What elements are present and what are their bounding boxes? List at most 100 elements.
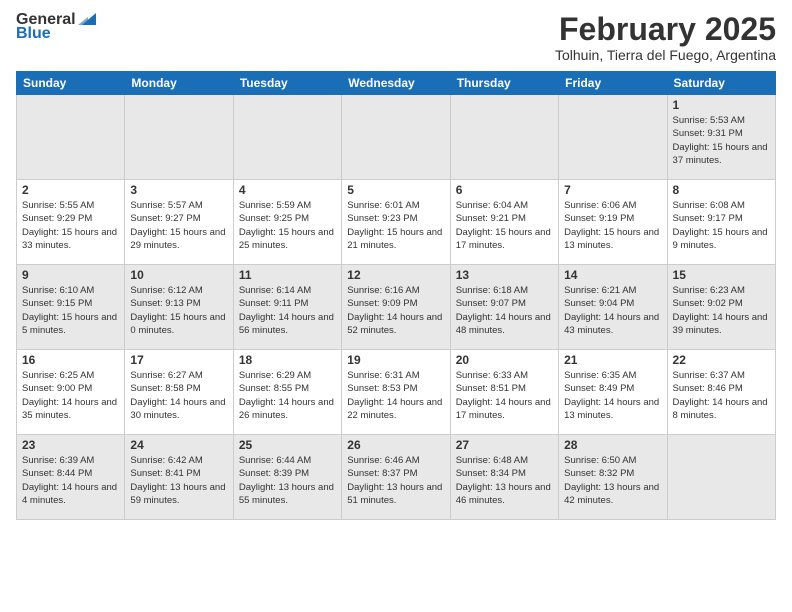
day-info: Sunrise: 6:27 AM Sunset: 8:58 PM Dayligh…: [130, 369, 227, 422]
table-row: 6 Sunrise: 6:04 AM Sunset: 9:21 PM Daylig…: [450, 180, 558, 265]
table-row: 14 Sunrise: 6:21 AM Sunset: 9:04 PM Dayli…: [559, 265, 667, 350]
col-tuesday: Tuesday: [233, 72, 341, 95]
col-wednesday: Wednesday: [342, 72, 450, 95]
table-row: 25 Sunrise: 6:44 AM Sunset: 8:39 PM Dayli…: [233, 435, 341, 520]
day-number: 17: [130, 353, 227, 367]
day-info: Sunrise: 6:01 AM Sunset: 9:23 PM Dayligh…: [347, 199, 444, 252]
day-info: Sunrise: 5:53 AM Sunset: 9:31 PM Dayligh…: [673, 114, 770, 167]
day-info: Sunrise: 5:57 AM Sunset: 9:27 PM Dayligh…: [130, 199, 227, 252]
title-block: February 2025 Tolhuin, Tierra del Fuego,…: [555, 12, 776, 63]
day-number: 10: [130, 268, 227, 282]
calendar-header-row: Sunday Monday Tuesday Wednesday Thursday…: [17, 72, 776, 95]
day-number: 9: [22, 268, 119, 282]
day-info: Sunrise: 6:18 AM Sunset: 9:07 PM Dayligh…: [456, 284, 553, 337]
day-number: 21: [564, 353, 661, 367]
table-row: 21 Sunrise: 6:35 AM Sunset: 8:49 PM Dayli…: [559, 350, 667, 435]
col-sunday: Sunday: [17, 72, 125, 95]
table-row: 5 Sunrise: 6:01 AM Sunset: 9:23 PM Daylig…: [342, 180, 450, 265]
calendar-week-row: 2Sunrise: 5:55 AM Sunset: 9:29 PM Daylig…: [17, 180, 776, 265]
day-info: Sunrise: 6:48 AM Sunset: 8:34 PM Dayligh…: [456, 454, 553, 507]
calendar-week-row: 23 Sunrise: 6:39 AM Sunset: 8:44 PM Dayli…: [17, 435, 776, 520]
table-row: 13 Sunrise: 6:18 AM Sunset: 9:07 PM Dayli…: [450, 265, 558, 350]
day-number: 15: [673, 268, 770, 282]
day-number: 27: [456, 438, 553, 452]
table-row: [559, 95, 667, 180]
day-info: Sunrise: 6:04 AM Sunset: 9:21 PM Dayligh…: [456, 199, 553, 252]
day-number: 13: [456, 268, 553, 282]
day-info: Sunrise: 6:06 AM Sunset: 9:19 PM Dayligh…: [564, 199, 661, 252]
header: General Blue February 2025 Tolhuin, Tier…: [16, 12, 776, 63]
day-info: Sunrise: 6:39 AM Sunset: 8:44 PM Dayligh…: [22, 454, 119, 507]
day-number: 3: [130, 183, 227, 197]
day-info: Sunrise: 6:46 AM Sunset: 8:37 PM Dayligh…: [347, 454, 444, 507]
table-row: 8 Sunrise: 6:08 AM Sunset: 9:17 PM Daylig…: [667, 180, 775, 265]
table-row: [233, 95, 341, 180]
day-number: 18: [239, 353, 336, 367]
col-thursday: Thursday: [450, 72, 558, 95]
day-info: Sunrise: 6:16 AM Sunset: 9:09 PM Dayligh…: [347, 284, 444, 337]
logo: General Blue: [16, 12, 96, 42]
day-number: 20: [456, 353, 553, 367]
day-number: 28: [564, 438, 661, 452]
table-row: 11 Sunrise: 6:14 AM Sunset: 9:11 PM Dayli…: [233, 265, 341, 350]
table-row: 27 Sunrise: 6:48 AM Sunset: 8:34 PM Dayli…: [450, 435, 558, 520]
day-info: Sunrise: 6:21 AM Sunset: 9:04 PM Dayligh…: [564, 284, 661, 337]
table-row: [342, 95, 450, 180]
day-info: Sunrise: 6:29 AM Sunset: 8:55 PM Dayligh…: [239, 369, 336, 422]
table-row: 9 Sunrise: 6:10 AM Sunset: 9:15 PM Daylig…: [17, 265, 125, 350]
table-row: 10 Sunrise: 6:12 AM Sunset: 9:13 PM Dayli…: [125, 265, 233, 350]
table-row: 20 Sunrise: 6:33 AM Sunset: 8:51 PM Dayli…: [450, 350, 558, 435]
day-info: Sunrise: 6:35 AM Sunset: 8:49 PM Dayligh…: [564, 369, 661, 422]
table-row: 12Sunrise: 6:16 AM Sunset: 9:09 PM Dayli…: [342, 265, 450, 350]
day-info: Sunrise: 6:08 AM Sunset: 9:17 PM Dayligh…: [673, 199, 770, 252]
table-row: 16Sunrise: 6:25 AM Sunset: 9:00 PM Dayli…: [17, 350, 125, 435]
table-row: 4Sunrise: 5:59 AM Sunset: 9:25 PM Daylig…: [233, 180, 341, 265]
table-row: 26 Sunrise: 6:46 AM Sunset: 8:37 PM Dayli…: [342, 435, 450, 520]
day-info: Sunrise: 6:10 AM Sunset: 9:15 PM Dayligh…: [22, 284, 119, 337]
table-row: 28 Sunrise: 6:50 AM Sunset: 8:32 PM Dayli…: [559, 435, 667, 520]
day-info: Sunrise: 6:12 AM Sunset: 9:13 PM Dayligh…: [130, 284, 227, 337]
table-row: 24 Sunrise: 6:42 AM Sunset: 8:41 PM Dayli…: [125, 435, 233, 520]
day-info: Sunrise: 6:44 AM Sunset: 8:39 PM Dayligh…: [239, 454, 336, 507]
day-number: 5: [347, 183, 444, 197]
calendar-table: Sunday Monday Tuesday Wednesday Thursday…: [16, 71, 776, 520]
day-info: Sunrise: 6:14 AM Sunset: 9:11 PM Dayligh…: [239, 284, 336, 337]
col-friday: Friday: [559, 72, 667, 95]
day-number: 2: [22, 183, 119, 197]
day-number: 14: [564, 268, 661, 282]
table-row: 18 Sunrise: 6:29 AM Sunset: 8:55 PM Dayli…: [233, 350, 341, 435]
day-number: 23: [22, 438, 119, 452]
day-number: 11: [239, 268, 336, 282]
day-number: 6: [456, 183, 553, 197]
day-number: 7: [564, 183, 661, 197]
table-row: 2Sunrise: 5:55 AM Sunset: 9:29 PM Daylig…: [17, 180, 125, 265]
day-info: Sunrise: 6:50 AM Sunset: 8:32 PM Dayligh…: [564, 454, 661, 507]
day-number: 4: [239, 183, 336, 197]
table-row: 15 Sunrise: 6:23 AM Sunset: 9:02 PM Dayli…: [667, 265, 775, 350]
day-number: 25: [239, 438, 336, 452]
day-number: 1: [673, 98, 770, 112]
table-row: 1 Sunrise: 5:53 AM Sunset: 9:31 PM Daylig…: [667, 95, 775, 180]
day-number: 8: [673, 183, 770, 197]
logo-blue: Blue: [16, 26, 96, 42]
col-monday: Monday: [125, 72, 233, 95]
calendar-week-row: 16Sunrise: 6:25 AM Sunset: 9:00 PM Dayli…: [17, 350, 776, 435]
day-info: Sunrise: 6:37 AM Sunset: 8:46 PM Dayligh…: [673, 369, 770, 422]
day-info: Sunrise: 6:23 AM Sunset: 9:02 PM Dayligh…: [673, 284, 770, 337]
logo-triangle-icon: [78, 11, 96, 27]
table-row: 23 Sunrise: 6:39 AM Sunset: 8:44 PM Dayli…: [17, 435, 125, 520]
col-saturday: Saturday: [667, 72, 775, 95]
day-info: Sunrise: 6:42 AM Sunset: 8:41 PM Dayligh…: [130, 454, 227, 507]
calendar-subtitle: Tolhuin, Tierra del Fuego, Argentina: [555, 47, 776, 63]
day-number: 24: [130, 438, 227, 452]
table-row: 7 Sunrise: 6:06 AM Sunset: 9:19 PM Daylig…: [559, 180, 667, 265]
day-number: 16: [22, 353, 119, 367]
table-row: [667, 435, 775, 520]
page: General Blue February 2025 Tolhuin, Tier…: [0, 0, 792, 612]
calendar-week-row: 1 Sunrise: 5:53 AM Sunset: 9:31 PM Daylig…: [17, 95, 776, 180]
day-info: Sunrise: 6:33 AM Sunset: 8:51 PM Dayligh…: [456, 369, 553, 422]
calendar-week-row: 9 Sunrise: 6:10 AM Sunset: 9:15 PM Daylig…: [17, 265, 776, 350]
day-number: 26: [347, 438, 444, 452]
table-row: 17 Sunrise: 6:27 AM Sunset: 8:58 PM Dayli…: [125, 350, 233, 435]
day-number: 22: [673, 353, 770, 367]
